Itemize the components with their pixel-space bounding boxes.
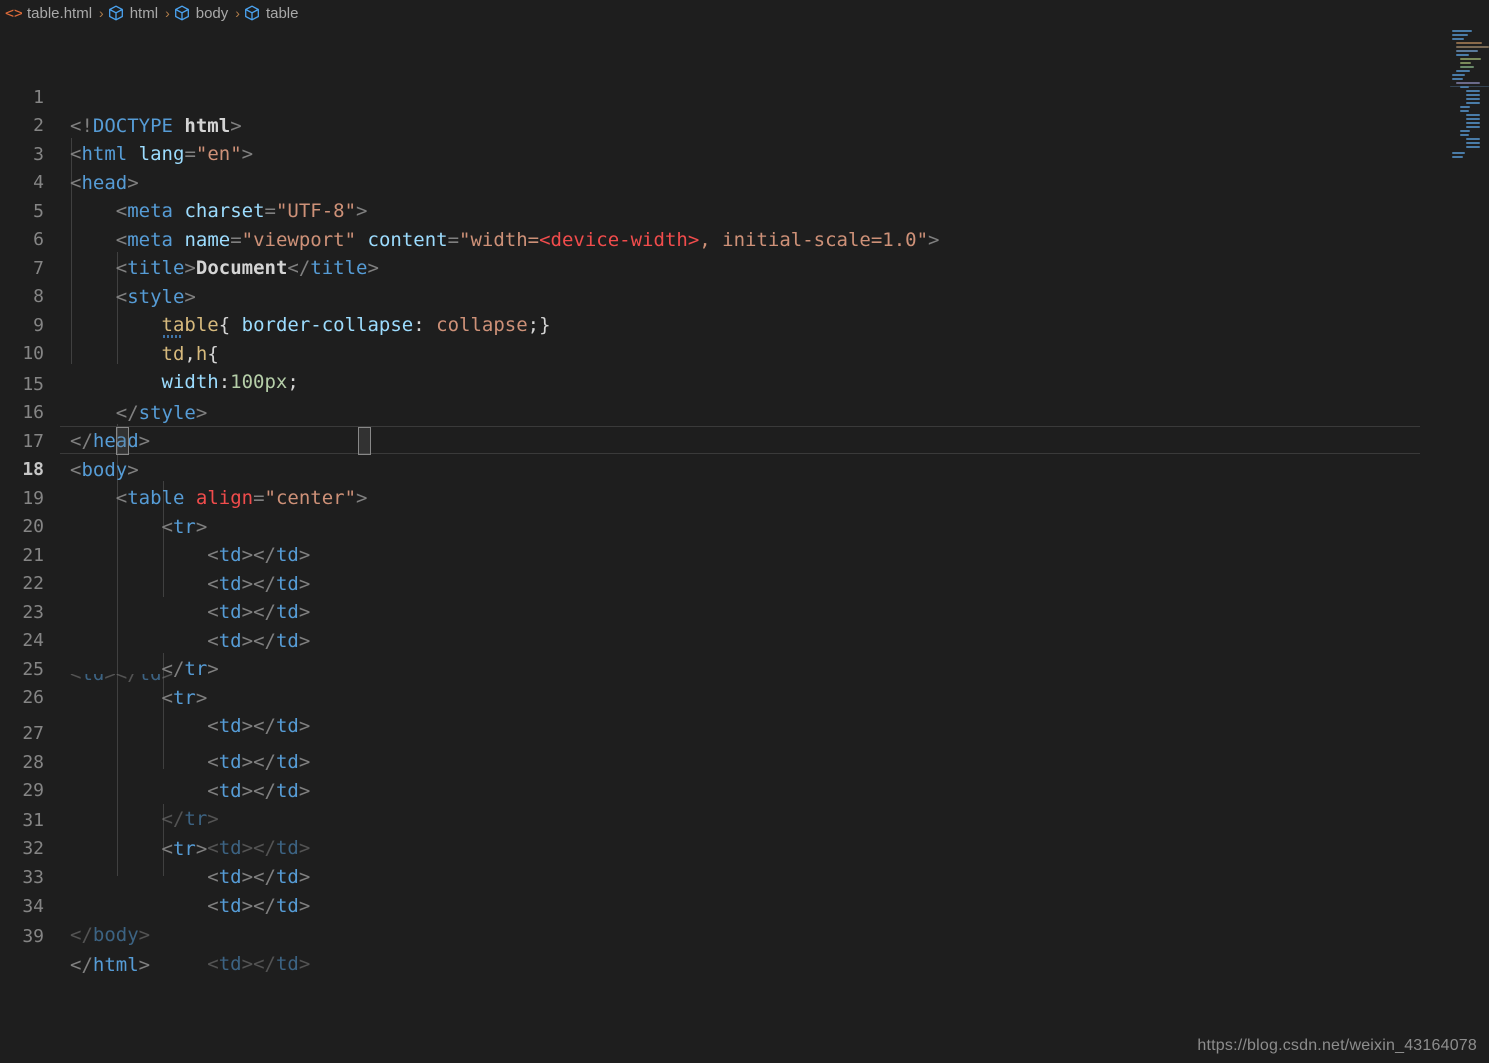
minimap[interactable] (1420, 26, 1489, 1063)
minimap-line (1466, 118, 1480, 120)
code-line-active[interactable]: 18 <table align="center"> (0, 427, 1420, 509)
code-line[interactable]: 32 <td></td> (0, 806, 1420, 889)
code-line-torn[interactable]: 34 </body> <td></td> (0, 864, 1420, 975)
breadcrumb-item-table[interactable]: table (243, 4, 303, 22)
minimap-line (1466, 126, 1480, 128)
minimap-line (1452, 74, 1465, 76)
scroll-tear-artifact: <td></td> (0, 674, 1420, 688)
line-number: 39 (22, 925, 44, 947)
code-line[interactable]: 9 td,h{ (0, 283, 1420, 366)
code-line[interactable]: 33 <td></td> (0, 835, 1420, 918)
code-line[interactable]: 8 table{ border-collapse: collapse;} (0, 254, 1420, 337)
breadcrumb-label-body: body (195, 4, 229, 22)
code-line[interactable]: 3 <head> (0, 112, 1420, 195)
line-content: </html> (70, 954, 151, 977)
minimap-line (1452, 156, 1463, 158)
code-line[interactable]: 23 <td></td> (0, 570, 1420, 653)
svg-text:<>: <> (5, 4, 22, 22)
breadcrumb: <> table.html › html › body › table (0, 0, 1489, 26)
bracket-match-close (358, 427, 371, 455)
minimap-line (1452, 34, 1468, 36)
minimap-line (1456, 42, 1482, 44)
minimap-line (1452, 38, 1464, 40)
bracket-match-open (116, 427, 129, 455)
code-line[interactable]: 7 <style> (0, 226, 1420, 309)
minimap-line (1466, 102, 1480, 104)
breadcrumb-label-file: table.html (27, 4, 93, 22)
code-line[interactable]: 25 <tr> (0, 627, 1420, 710)
code-line[interactable]: 15 </style> (0, 342, 1420, 425)
minimap-line (1466, 98, 1480, 100)
html-file-icon: <> (4, 4, 22, 22)
minimap-line (1466, 142, 1480, 144)
minimap-line (1460, 106, 1470, 108)
code-line[interactable]: 22 <td></td> (0, 541, 1420, 624)
code-line[interactable]: 31 <tr> (0, 778, 1420, 861)
code-line[interactable]: 28 <td></td> (0, 720, 1420, 803)
symbol-cube-icon (173, 4, 191, 22)
breadcrumb-separator: › (99, 5, 104, 21)
minimap-line (1466, 90, 1480, 92)
code-line[interactable]: 4 <meta charset="UTF-8"> (0, 140, 1420, 223)
minimap-line (1466, 146, 1480, 148)
code-line[interactable]: 5 <meta name="viewport" content="width=<… (0, 169, 1420, 252)
minimap-viewport-slider[interactable] (1450, 86, 1489, 87)
error-squiggle (163, 335, 181, 338)
code-line[interactable]: 6 <title>Document</title> (0, 197, 1420, 280)
breadcrumb-separator: › (165, 5, 170, 21)
line-content-ghost: </body> (70, 924, 151, 947)
line-content-ghost: <td></td> (70, 674, 174, 685)
watermark-url: https://blog.csdn.net/weixin_43164078 (1197, 1037, 1477, 1054)
code-line[interactable]: 27 <td></td> (0, 691, 1420, 774)
symbol-cube-icon (243, 4, 261, 22)
minimap-line (1456, 50, 1478, 52)
breadcrumb-item-body[interactable]: body (173, 4, 233, 22)
minimap-line (1452, 152, 1465, 154)
minimap-line (1466, 122, 1480, 124)
minimap-line (1456, 82, 1480, 84)
code-line[interactable]: 19 <tr> (0, 456, 1420, 539)
symbol-cube-icon (107, 4, 125, 22)
minimap-line (1460, 110, 1469, 112)
minimap-line (1456, 70, 1470, 72)
code-line[interactable]: 21 <td></td> (0, 513, 1420, 596)
code-line-torn[interactable]: 29 </tr> <td></td> (0, 748, 1420, 859)
code-line[interactable]: 1 <!DOCTYPE html> (0, 55, 1420, 138)
minimap-line (1466, 94, 1480, 96)
minimap-line (1460, 130, 1470, 132)
code-text-area[interactable]: 1 <!DOCTYPE html> 2 <html lang="en"> 3 <… (0, 26, 1420, 1063)
minimap-line (1466, 114, 1480, 116)
code-editor[interactable]: 1 <!DOCTYPE html> 2 <html lang="en"> 3 <… (0, 26, 1489, 1063)
code-line[interactable]: 24 </tr> (0, 598, 1420, 681)
code-line[interactable]: 20 <td></td> (0, 484, 1420, 567)
minimap-line (1460, 134, 1469, 136)
minimap-line (1452, 78, 1463, 80)
breadcrumb-label-html: html (129, 4, 159, 22)
minimap-line (1456, 46, 1489, 48)
minimap-line (1466, 138, 1480, 140)
minimap-line (1456, 54, 1469, 56)
minimap-line (1460, 58, 1481, 60)
breadcrumb-item-file[interactable]: <> table.html (4, 4, 96, 22)
breadcrumb-label-table: table (265, 4, 299, 22)
code-line[interactable]: 10 width:100px; (0, 311, 1420, 393)
code-line[interactable]: 16 </head> (0, 370, 1420, 453)
minimap-line (1460, 62, 1471, 64)
code-line[interactable]: 2 <html lang="en"> (0, 83, 1420, 166)
minimap-line (1452, 30, 1472, 32)
breadcrumb-separator: › (235, 5, 240, 21)
minimap-line (1460, 66, 1474, 68)
breadcrumb-item-html[interactable]: html (107, 4, 162, 22)
code-line[interactable]: 17 <body> (0, 399, 1420, 482)
code-line[interactable]: 39 </html> (0, 894, 1420, 977)
